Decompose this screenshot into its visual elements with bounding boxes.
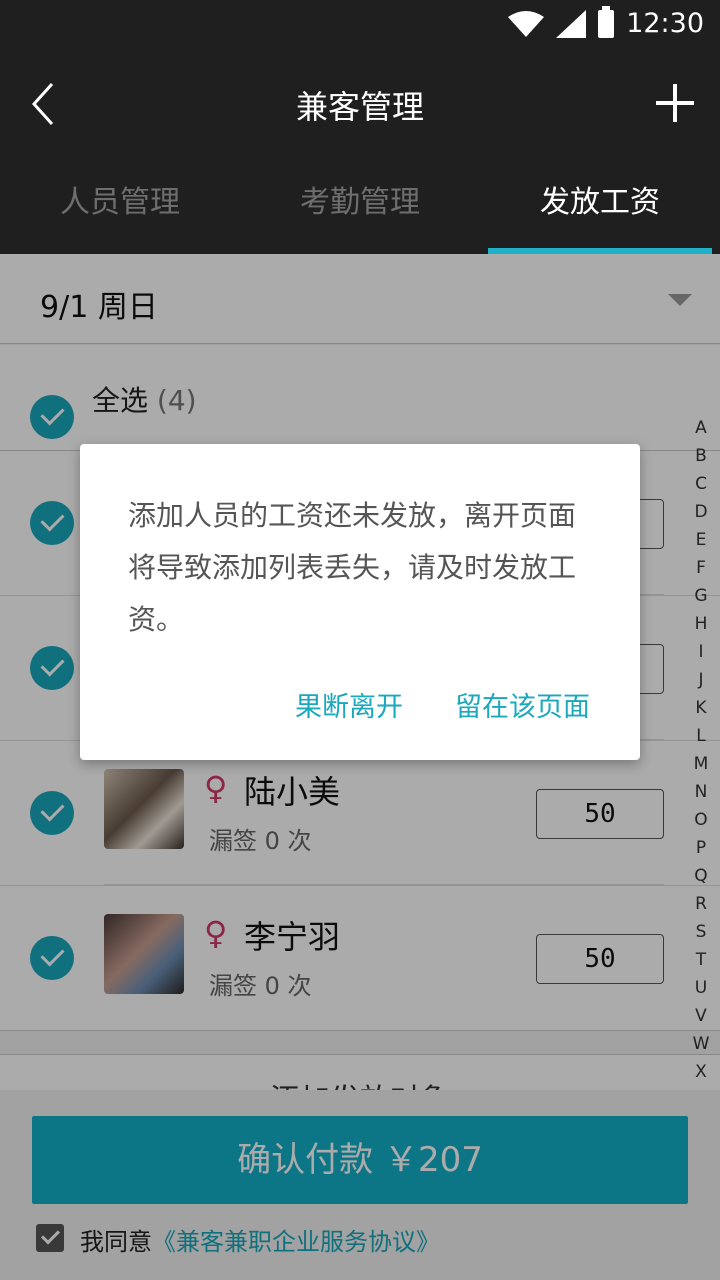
leave-button[interactable]: 果断离开 bbox=[295, 685, 403, 724]
tab-staff[interactable]: 人员管理 bbox=[0, 158, 240, 254]
add-icon[interactable] bbox=[654, 82, 696, 124]
tab-bar: 人员管理 考勤管理 发放工资 bbox=[0, 158, 720, 254]
stay-button[interactable]: 留在该页面 bbox=[455, 685, 590, 724]
dialog-actions: 果断离开 留在该页面 bbox=[295, 685, 590, 724]
status-icons bbox=[508, 6, 614, 38]
dialog-message: 添加人员的工资还未发放，离开页面将导致添加列表丢失，请及时发放工资。 bbox=[128, 499, 577, 636]
battery-icon bbox=[598, 6, 614, 38]
leave-confirm-dialog: 添加人员的工资还未发放，离开页面将导致添加列表丢失，请及时发放工资。 果断离开 … bbox=[80, 444, 640, 760]
wifi-icon bbox=[508, 11, 544, 37]
app-bar: 兼客管理 bbox=[0, 48, 720, 158]
status-bar: 12:30 bbox=[0, 0, 720, 48]
tab-attendance[interactable]: 考勤管理 bbox=[240, 158, 480, 254]
tab-payroll[interactable]: 发放工资 bbox=[480, 158, 720, 254]
modal-overlay[interactable] bbox=[0, 254, 720, 1280]
page-title: 兼客管理 bbox=[295, 88, 424, 126]
cell-signal-icon bbox=[556, 10, 586, 38]
status-time: 12:30 bbox=[626, 8, 704, 39]
